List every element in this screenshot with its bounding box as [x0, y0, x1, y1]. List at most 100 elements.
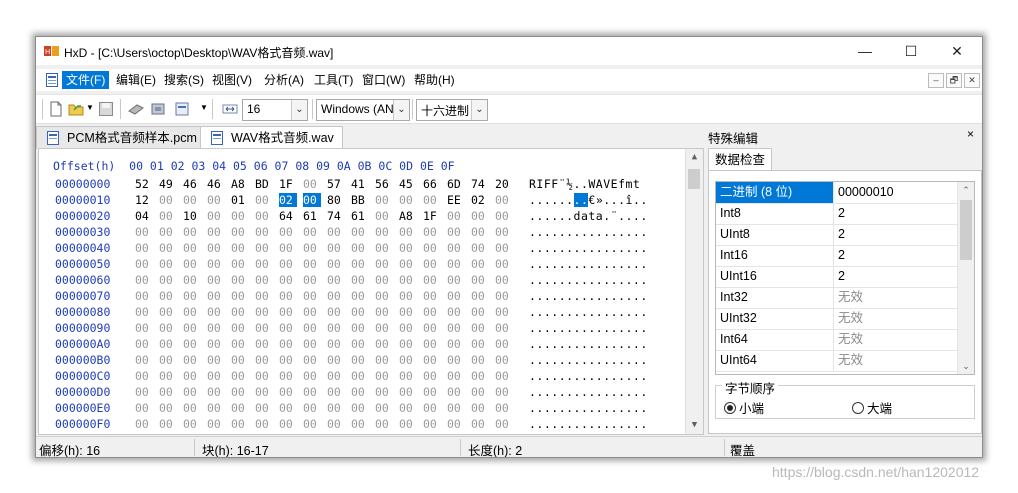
little-endian-radio[interactable]: 小端 [724, 398, 764, 417]
minimize-button[interactable]: — [842, 37, 888, 65]
hex-byte[interactable]: 00 [423, 353, 441, 367]
hex-byte[interactable]: 00 [183, 225, 201, 239]
scroll-down-icon[interactable]: ⌄ [958, 358, 974, 374]
hex-byte[interactable]: 00 [447, 209, 465, 223]
hex-row[interactable]: 00000040 00 00 00 00 00 00 00 00 00 00 00 00 00 00 00 00… [39, 241, 689, 257]
row-text[interactable]: RIFF¨½..WAVEfmt [529, 177, 648, 191]
row-text[interactable]: ................ [529, 289, 648, 303]
hex-byte[interactable]: 00 [327, 337, 345, 351]
inspector-row[interactable]: UInt8 2 [716, 224, 958, 246]
hex-byte[interactable]: 00 [159, 193, 177, 207]
menu-item-3[interactable]: 视图(V) [208, 71, 256, 89]
hex-byte[interactable]: 00 [135, 241, 153, 255]
hex-byte[interactable]: 00 [447, 337, 465, 351]
hex-byte[interactable]: 00 [135, 385, 153, 399]
hex-byte[interactable]: 00 [135, 353, 153, 367]
hex-byte[interactable]: 00 [351, 321, 369, 335]
hex-byte[interactable]: 00 [207, 321, 225, 335]
hex-byte[interactable]: 00 [447, 289, 465, 303]
bytes-per-row-select[interactable]: 16 ⌄ [242, 99, 308, 121]
hex-byte[interactable]: 00 [135, 289, 153, 303]
hex-byte[interactable]: 00 [159, 289, 177, 303]
hex-byte[interactable]: 00 [279, 353, 297, 367]
inspector-grid[interactable]: 二进制 (8 位) 00000010 Int8 2 UInt8 2 Int16 2 UInt16… [715, 181, 975, 375]
hex-byte[interactable]: 00 [303, 193, 321, 207]
row-text[interactable]: ................ [529, 417, 648, 431]
hex-byte[interactable]: 00 [279, 417, 297, 431]
inspector-row[interactable]: 二进制 (8 位) 00000010 [716, 182, 958, 204]
hex-row[interactable]: 00000000 52 49 46 46 A8 BD 1F 00 57 41 56 45 66 6D 74 20… [39, 177, 689, 193]
hex-byte[interactable]: 00 [183, 369, 201, 383]
hex-row[interactable]: 000000D0 00 00 00 00 00 00 00 00 00 00 00 00 00 00 00 00… [39, 385, 689, 401]
hex-byte[interactable]: 00 [327, 305, 345, 319]
hex-byte[interactable]: 04 [135, 209, 153, 223]
hex-byte[interactable]: 00 [399, 273, 417, 287]
hex-byte[interactable]: 00 [447, 273, 465, 287]
hex-byte[interactable]: 00 [207, 257, 225, 271]
hex-byte[interactable]: 00 [279, 321, 297, 335]
hex-byte[interactable]: 00 [303, 353, 321, 367]
hex-byte[interactable]: 00 [471, 385, 489, 399]
hex-byte[interactable]: 00 [423, 305, 441, 319]
hex-byte[interactable]: 00 [375, 193, 393, 207]
menu-item-2[interactable]: 搜索(S) [160, 71, 208, 89]
hex-byte[interactable]: 00 [255, 369, 273, 383]
hex-byte[interactable]: 00 [183, 401, 201, 415]
hex-byte[interactable]: 56 [375, 177, 393, 191]
hex-byte[interactable]: 00 [351, 385, 369, 399]
number-base-select[interactable]: 十六进制 ⌄ [416, 99, 488, 121]
hex-byte[interactable]: 00 [375, 241, 393, 255]
hex-byte[interactable]: 00 [207, 369, 225, 383]
hex-byte[interactable]: 00 [399, 257, 417, 271]
hex-byte[interactable]: 64 [279, 209, 297, 223]
hex-byte[interactable]: 00 [375, 385, 393, 399]
inspector-row[interactable]: Int64 无效 [716, 329, 958, 351]
hex-byte[interactable]: 00 [183, 289, 201, 303]
tab-pcm-file[interactable]: PCM格式音频样本.pcm [36, 126, 206, 149]
hex-byte[interactable]: 00 [399, 225, 417, 239]
status-mode[interactable]: 覆盖 [730, 440, 755, 457]
charset-select[interactable]: Windows (AN ⌄ [316, 99, 410, 121]
hex-byte[interactable]: 00 [279, 257, 297, 271]
hex-byte[interactable]: 00 [135, 305, 153, 319]
hex-byte[interactable]: 00 [159, 257, 177, 271]
hex-byte[interactable]: 00 [351, 369, 369, 383]
menu-item-4[interactable]: 分析(A) [260, 71, 308, 89]
row-text[interactable]: ................ [529, 273, 648, 287]
hex-byte[interactable]: 00 [303, 305, 321, 319]
hex-byte[interactable]: 00 [231, 417, 249, 431]
hex-byte[interactable]: 00 [471, 401, 489, 415]
hex-byte[interactable]: 00 [303, 289, 321, 303]
hex-byte[interactable]: 1F [423, 209, 441, 223]
hex-byte[interactable]: 00 [159, 353, 177, 367]
hex-byte[interactable]: 00 [135, 321, 153, 335]
big-endian-radio[interactable]: 大端 [852, 398, 892, 417]
hex-byte[interactable]: 00 [231, 241, 249, 255]
hex-byte[interactable]: 00 [471, 241, 489, 255]
row-text[interactable]: ................ [529, 353, 648, 367]
hex-byte[interactable]: 00 [471, 321, 489, 335]
hex-byte[interactable]: 61 [303, 209, 321, 223]
hex-byte[interactable]: 46 [183, 177, 201, 191]
hex-byte[interactable]: 74 [327, 209, 345, 223]
open-dropdown-arrow-icon[interactable]: ▼ [86, 103, 94, 112]
hex-byte[interactable]: 00 [231, 209, 249, 223]
menu-item-5[interactable]: 工具(T) [310, 71, 357, 89]
hex-byte[interactable]: 00 [495, 401, 513, 415]
hex-byte[interactable]: 00 [279, 305, 297, 319]
hex-byte[interactable]: 00 [303, 241, 321, 255]
hex-byte[interactable]: 00 [447, 353, 465, 367]
hex-byte[interactable]: 00 [183, 417, 201, 431]
hex-byte[interactable]: 00 [423, 225, 441, 239]
hex-byte[interactable]: 00 [495, 241, 513, 255]
hex-byte[interactable]: 00 [183, 273, 201, 287]
hex-byte[interactable]: 00 [447, 241, 465, 255]
tab-wav-file[interactable]: WAV格式音频.wav [200, 126, 343, 149]
hex-byte[interactable]: 00 [159, 385, 177, 399]
menu-item-6[interactable]: 窗口(W) [358, 71, 409, 89]
hex-byte[interactable]: 00 [183, 385, 201, 399]
hex-byte[interactable]: 00 [327, 401, 345, 415]
hex-byte[interactable]: A8 [231, 177, 249, 191]
hex-byte[interactable]: 00 [183, 305, 201, 319]
hex-byte[interactable]: 00 [399, 385, 417, 399]
